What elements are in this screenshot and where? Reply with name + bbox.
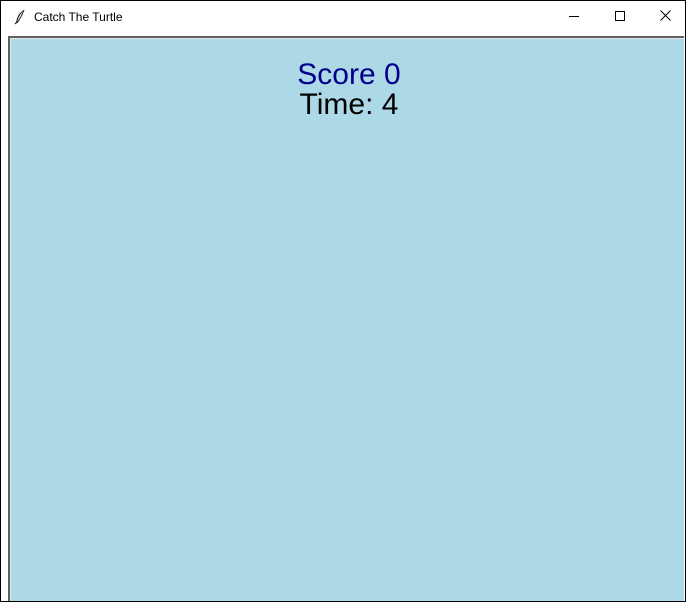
close-button[interactable]: [642, 1, 686, 33]
minimize-button[interactable]: [551, 1, 597, 33]
window-title: Catch The Turtle: [34, 10, 123, 24]
score-label: Score 0: [297, 58, 401, 91]
feather-icon: [13, 9, 27, 25]
close-icon: [659, 8, 671, 26]
maximize-icon: [615, 8, 625, 26]
app-window: Catch The Turtle Score 0 Time: 4: [0, 0, 686, 602]
time-label: Time: 4: [299, 88, 399, 121]
game-canvas[interactable]: Score 0 Time: 4: [8, 36, 684, 601]
minimize-icon: [569, 8, 579, 26]
maximize-button[interactable]: [597, 1, 643, 33]
title-bar[interactable]: Catch The Turtle: [1, 1, 685, 33]
canvas-edge: [10, 38, 684, 601]
